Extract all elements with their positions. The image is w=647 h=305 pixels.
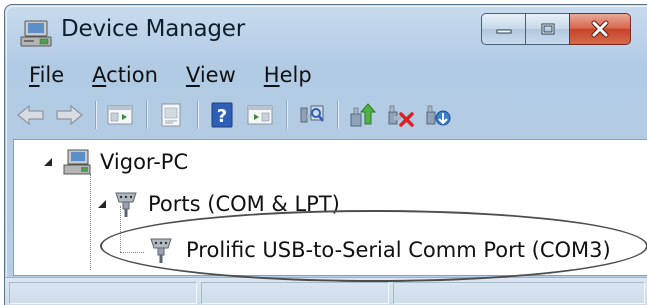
properties-icon	[161, 103, 181, 127]
port-connector-icon	[150, 238, 172, 263]
tree-category-label: Ports (COM & LPT)	[148, 192, 340, 216]
toolbar-separator	[337, 101, 338, 129]
uninstall-device-button[interactable]	[422, 99, 454, 131]
menu-file-mnemonic: F	[29, 63, 40, 87]
back-button[interactable]	[15, 99, 47, 131]
back-icon	[17, 104, 44, 126]
properties-button[interactable]	[155, 99, 187, 131]
update-driver-button[interactable]	[346, 99, 378, 131]
menu-action-label: ction	[106, 63, 158, 87]
menu-file[interactable]: File	[15, 59, 78, 91]
uninstall-device-icon	[426, 105, 451, 126]
toolbar-separator	[95, 101, 96, 129]
toolbar-separator	[197, 101, 198, 129]
svg-text:?: ?	[217, 106, 227, 127]
show-hide-console-tree-icon	[107, 105, 133, 125]
maximize-icon	[541, 23, 554, 35]
menu-action[interactable]: Action	[78, 59, 172, 91]
menu-help-mnemonic: H	[263, 63, 280, 87]
help-button[interactable]: ?	[206, 99, 238, 131]
menu-bar: File Action View Help	[15, 59, 647, 91]
caption-buttons	[481, 13, 631, 47]
minimize-icon	[496, 29, 511, 34]
tree-root-label: Vigor-PC	[100, 150, 189, 174]
scan-hardware-icon	[300, 105, 324, 123]
tree-connector	[120, 252, 144, 253]
expanded-arrow-icon[interactable]	[42, 156, 54, 168]
expanded-arrow-icon[interactable]	[96, 198, 108, 210]
toolbar-separator	[286, 101, 287, 129]
menu-view-label: iew	[199, 63, 236, 87]
help-icon: ?	[211, 102, 233, 128]
menu-file-label: ile	[39, 63, 65, 87]
menu-action-mnemonic: A	[92, 63, 107, 87]
device-manager-icon	[20, 20, 52, 47]
port-connector-icon	[115, 192, 137, 217]
status-cell	[9, 282, 197, 304]
show-hide-console-tree-button[interactable]	[104, 99, 136, 131]
minimize-button[interactable]	[481, 13, 525, 45]
close-icon	[591, 20, 609, 38]
menu-help-label: elp	[279, 63, 312, 87]
tree-item-ports[interactable]: Ports (COM & LPT)	[96, 188, 340, 220]
disable-device-icon	[388, 105, 414, 127]
toolbar-separator	[146, 101, 147, 129]
scan-hardware-button[interactable]	[295, 99, 327, 131]
show-action-pane-icon	[247, 105, 273, 125]
status-bar	[5, 277, 647, 305]
maximize-button[interactable]	[525, 13, 569, 45]
computer-icon	[63, 149, 91, 175]
title-bar[interactable]: Device Manager	[5, 5, 647, 57]
tree-item-root[interactable]: Vigor-PC	[42, 146, 188, 178]
disable-device-button[interactable]	[384, 99, 416, 131]
menu-help[interactable]: Help	[250, 59, 326, 91]
tree-device-label: Prolific USB-to-Serial Comm Port (COM3)	[186, 238, 611, 262]
toolbar: ?	[15, 95, 647, 135]
device-tree[interactable]: Vigor-PC Ports (COM & LPT) Prolific USB-…	[13, 139, 647, 276]
close-button[interactable]	[569, 13, 631, 45]
show-action-pane-button[interactable]	[244, 99, 276, 131]
window-title: Device Manager	[61, 16, 245, 42]
menu-view-mnemonic: V	[185, 63, 200, 87]
forward-icon	[56, 104, 83, 126]
tree-item-prolific-port[interactable]: Prolific USB-to-Serial Comm Port (COM3)	[146, 234, 611, 266]
tree-connector	[90, 174, 91, 270]
update-driver-icon	[350, 103, 376, 127]
device-manager-window: Device Manager File Action View Help ? V…	[4, 4, 647, 305]
menu-view[interactable]: View	[172, 59, 250, 91]
status-cell	[393, 282, 645, 304]
status-cell	[201, 282, 389, 304]
forward-button[interactable]	[53, 99, 85, 131]
